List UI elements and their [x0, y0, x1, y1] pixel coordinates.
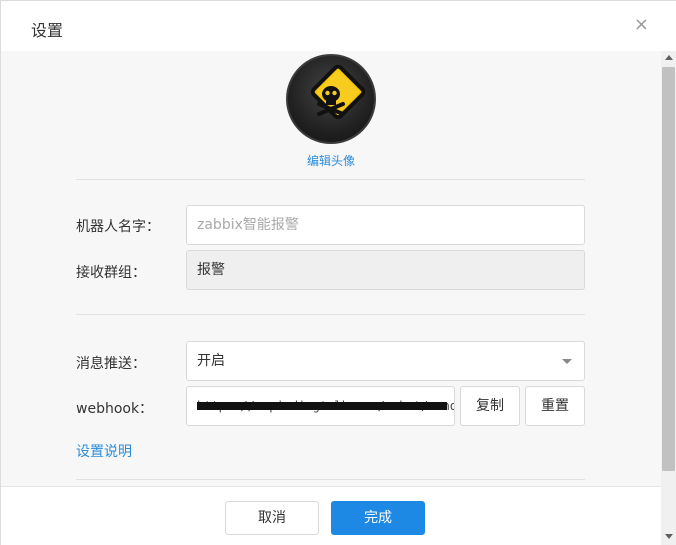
scroll-down-arrow-icon[interactable] [665, 534, 673, 539]
webhook-label: webhook： [76, 401, 154, 417]
push-select-value: 开启 [197, 353, 225, 369]
section-divider [76, 179, 585, 180]
push-label: 消息推送： [76, 356, 146, 372]
scrollbar-thumb[interactable] [662, 67, 675, 471]
cancel-button[interactable]: 取消 [225, 501, 319, 535]
settings-help-link[interactable]: 设置说明 [76, 441, 132, 461]
group-value: 报警 [197, 262, 225, 278]
dialog-header: 设置 × [1, 1, 676, 51]
scroll-up-arrow-icon[interactable] [665, 55, 673, 60]
robot-avatar [286, 54, 376, 144]
edit-avatar-link[interactable]: 编辑头像 [307, 152, 355, 169]
section-divider [76, 479, 585, 480]
dialog-footer: 取消 完成 [1, 486, 661, 545]
reset-button[interactable]: 重置 [525, 386, 585, 426]
close-icon[interactable]: × [634, 15, 649, 35]
copy-button[interactable]: 复制 [460, 386, 520, 426]
section-divider [76, 314, 585, 315]
robot-name-label: 机器人名字： [76, 219, 160, 235]
dialog-title: 设置 [31, 21, 64, 40]
robot-name-placeholder: zabbix智能报警 [197, 217, 299, 233]
redaction-mark [197, 402, 447, 410]
group-label: 接收群组： [76, 265, 146, 281]
done-button[interactable]: 完成 [331, 501, 425, 535]
group-field: 报警 [186, 250, 585, 290]
settings-dialog: 设置 × 编辑头像 机器人名字： zabbix智能报警 接收群组： 报警 消息推… [0, 0, 676, 545]
robot-name-input[interactable]: zabbix智能报警 [186, 205, 585, 245]
chevron-down-icon [562, 359, 572, 364]
warning-skull-icon [310, 64, 366, 120]
push-select[interactable]: 开启 [186, 341, 585, 381]
